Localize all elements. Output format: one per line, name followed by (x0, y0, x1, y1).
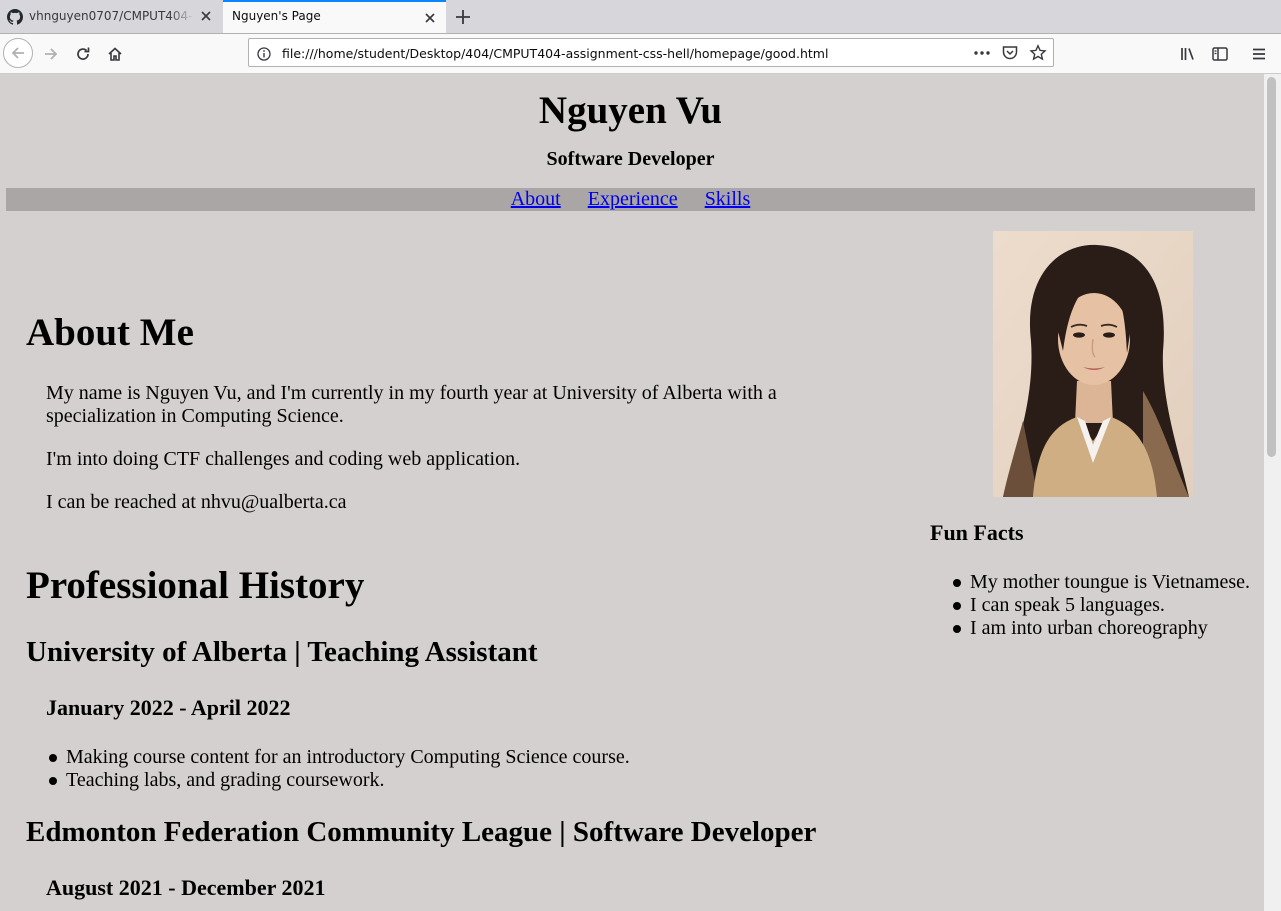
bookmark-star-icon[interactable] (1029, 44, 1047, 62)
tab-title: vhnguyen0707/CMPUT404-assignment-css-hel… (29, 9, 194, 23)
page-viewport: Nguyen Vu Software Developer About Exper… (0, 74, 1264, 911)
page-subtitle: Software Developer (546, 148, 715, 170)
close-tab-icon[interactable] (423, 11, 437, 25)
list-item: Teaching labs, and grading coursework. (49, 769, 630, 792)
list-item: I am into urban choreography (952, 617, 1250, 640)
github-icon (7, 9, 24, 25)
job-title: University of Alberta | Teaching Assista… (26, 636, 538, 668)
fun-facts-list: My mother toungue is Vietnamese. I can s… (952, 571, 1251, 640)
back-icon[interactable] (3, 38, 33, 68)
info-icon[interactable] (257, 46, 271, 61)
new-tab-icon[interactable] (452, 6, 474, 28)
about-heading: About Me (26, 311, 194, 354)
home-icon[interactable] (101, 40, 129, 68)
vertical-scrollbar[interactable] (1264, 74, 1281, 911)
library-icon[interactable] (1174, 40, 1202, 68)
job-dates: January 2022 - April 2022 (46, 695, 291, 720)
list-item: Making course content for an introductor… (49, 746, 630, 768)
reload-icon[interactable] (69, 40, 97, 68)
address-bar[interactable]: file:///home/student/Desktop/404/CMPUT40… (248, 38, 1054, 67)
about-paragraph: I can be reached at nhvu@ualberta.ca (46, 491, 347, 513)
history-heading: Professional History (26, 564, 365, 607)
url-text[interactable]: file:///home/student/Desktop/404/CMPUT40… (282, 46, 828, 61)
menu-icon[interactable] (1245, 40, 1273, 68)
page-actions-icon[interactable] (973, 44, 991, 62)
profile-photo (993, 231, 1193, 497)
tab-title: Nguyen's Page (232, 9, 321, 23)
nav-link-skills[interactable]: Skills (705, 188, 751, 210)
about-paragraph: I'm into doing CTF challenges and coding… (46, 448, 521, 470)
page-title: Nguyen Vu (538, 89, 723, 132)
job-dates: August 2021 - December 2021 (46, 875, 326, 900)
nav-link-about[interactable]: About (511, 188, 561, 210)
forward-icon[interactable] (37, 40, 65, 68)
site-nav: About Experience Skills (6, 188, 1255, 211)
tab-nguyens-page[interactable]: Nguyen's Page (223, 0, 446, 33)
list-item: I can speak 5 languages. (952, 594, 1250, 617)
url-actions (973, 44, 1047, 62)
sidebar-icon[interactable] (1206, 40, 1234, 68)
scrollbar-thumb[interactable] (1267, 77, 1276, 457)
navigation-toolbar: file:///home/student/Desktop/404/CMPUT40… (0, 34, 1281, 74)
nav-link-experience[interactable]: Experience (588, 188, 678, 210)
close-tab-icon[interactable] (199, 9, 213, 23)
job-bullets: Making course content for an introductor… (49, 746, 630, 792)
tab-strip: vhnguyen0707/CMPUT404-assignment-css-hel… (0, 0, 1281, 34)
about-paragraph: My name is Nguyen Vu, and I'm currently … (46, 382, 777, 427)
list-item: My mother toungue is Vietnamese. (952, 571, 1251, 593)
tab-github[interactable]: vhnguyen0707/CMPUT404-assignment-css-hel… (0, 0, 222, 33)
pocket-icon[interactable] (1001, 44, 1019, 62)
job-title: Edmonton Federation Community League | S… (26, 816, 817, 848)
fun-facts-heading: Fun Facts (930, 520, 1024, 545)
